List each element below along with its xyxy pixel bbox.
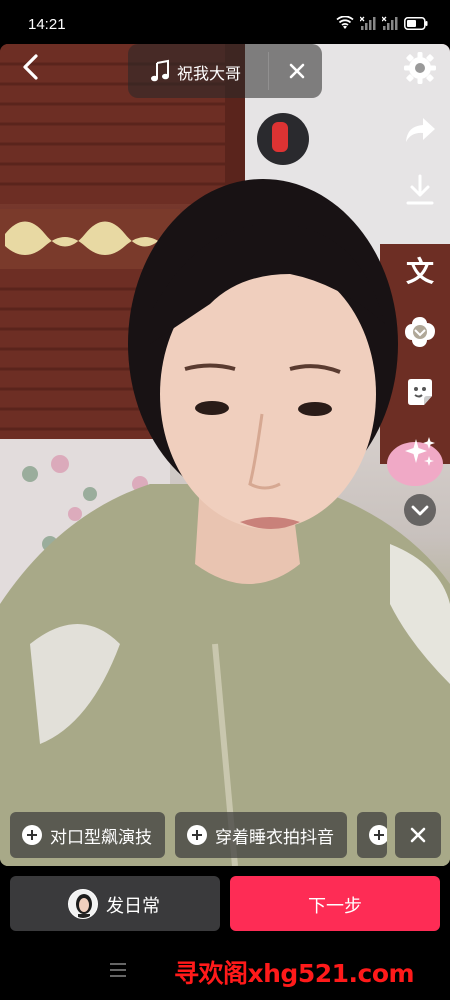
sticker-button[interactable] — [400, 312, 440, 352]
camera-preview[interactable] — [0, 44, 450, 866]
close-icon — [410, 827, 426, 843]
effect-chip-label: 穿着睡衣拍抖音 — [215, 827, 334, 847]
status-icons — [336, 16, 428, 30]
watermark: 寻欢阁xhg521.com — [174, 959, 415, 988]
music-note-icon — [151, 59, 169, 82]
emoji-button[interactable] — [400, 372, 440, 412]
emoji-icon — [408, 379, 432, 405]
effect-chip[interactable]: 穿着睡衣拍抖音 — [175, 812, 347, 858]
avatar — [68, 889, 98, 919]
music-selector[interactable]: 祝我大哥 — [128, 44, 322, 98]
settings-button[interactable] — [400, 48, 440, 88]
sparkles-icon — [405, 437, 435, 466]
text-button[interactable]: 文 — [400, 250, 440, 290]
share-arrow-icon — [406, 118, 435, 142]
share-button[interactable] — [400, 110, 440, 150]
sticker-icon — [405, 317, 435, 347]
signal-icon — [382, 16, 398, 30]
chevron-down-icon — [404, 494, 436, 526]
text-icon-glyph: 文 — [406, 255, 434, 288]
camera-scene — [0, 44, 450, 866]
post-daily-button[interactable]: 发日常 — [10, 876, 220, 931]
download-button[interactable] — [400, 170, 440, 210]
close-icon — [289, 63, 305, 79]
expand-toolbar-button[interactable] — [400, 490, 440, 530]
signal-icon — [360, 16, 376, 30]
post-daily-label: 发日常 — [106, 896, 160, 916]
text-icon: 文 — [406, 255, 434, 288]
music-divider — [268, 52, 269, 90]
battery-icon — [404, 16, 428, 30]
effect-chips-close-button[interactable] — [395, 812, 441, 858]
plus-icon — [22, 825, 42, 845]
plus-icon — [187, 825, 207, 845]
next-step-label: 下一步 — [308, 896, 362, 916]
status-bar: 14:21 — [0, 0, 450, 44]
effect-chip[interactable]: 对口型飙演技 — [10, 812, 165, 858]
nav-menu-icon[interactable] — [110, 963, 126, 979]
effect-chip-label: 对口型飙演技 — [50, 827, 152, 847]
back-button[interactable] — [18, 52, 46, 82]
music-title: 祝我大哥 — [177, 66, 242, 83]
chevron-left-icon — [23, 54, 38, 80]
next-step-button[interactable]: 下一步 — [230, 876, 440, 931]
plus-icon — [369, 825, 387, 845]
gear-icon — [404, 52, 436, 84]
effect-chip-partial[interactable] — [357, 812, 387, 858]
effects-button[interactable] — [400, 432, 440, 472]
wifi-icon — [336, 16, 354, 29]
music-close-button[interactable] — [284, 58, 310, 84]
download-icon — [406, 174, 434, 205]
status-time: 14:21 — [28, 16, 66, 33]
